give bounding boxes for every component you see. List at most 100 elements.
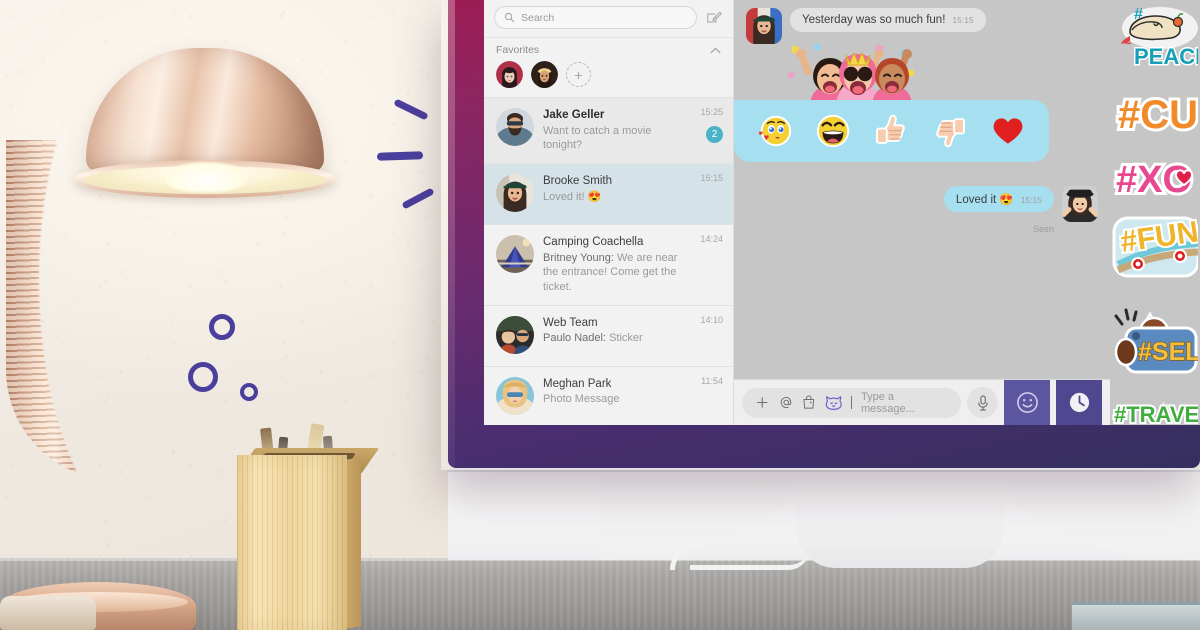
chat-preview: Loved it! 😍 (543, 190, 602, 203)
compose-icon[interactable] (705, 9, 723, 27)
message-avatar (1062, 186, 1098, 222)
search-input[interactable]: Search (494, 6, 697, 29)
avatar (496, 173, 534, 212)
chat-preview: Paulo Nadel: Sticker (543, 331, 689, 346)
message-row-outgoing: Loved it 😍 15:15 (943, 186, 1098, 222)
hashtag-selfie-sticker[interactable]: #SEL (1112, 298, 1200, 394)
search-row: Search (484, 0, 733, 37)
laughing-face-reaction[interactable] (812, 110, 854, 152)
message-input-placeholder: Type a message... (860, 390, 915, 415)
chat-list-item-brooke-smith[interactable]: Brooke Smith Loved it! 😍 15:15 (484, 163, 733, 225)
chat-name: Jake Geller (543, 109, 605, 121)
message-area: Yesterday was so much fun! 15:15 Loved i… (734, 0, 1110, 379)
circle-outline-icon (188, 362, 218, 392)
desk-cup (0, 596, 96, 630)
message-time: 15:15 (952, 15, 974, 25)
message-bubble-incoming[interactable]: Yesterday was so much fun! 15:15 (790, 8, 986, 32)
message-row-incoming: Yesterday was so much fun! 15:15 (746, 8, 1098, 44)
monitor-stand-right (1000, 468, 1200, 560)
chat-name: Brooke Smith (543, 174, 613, 187)
emoji-panel-button[interactable] (1004, 379, 1050, 425)
chat-name: Meghan Park (543, 377, 612, 390)
circle-outline-icon (240, 383, 258, 401)
chat-time: 15:15 (700, 172, 723, 183)
at-icon[interactable] (779, 395, 794, 410)
chat-preview-text: Sticker (609, 332, 643, 345)
microphone-icon (977, 394, 988, 411)
lamp-bulb (165, 162, 247, 192)
chevron-up-icon[interactable] (710, 47, 721, 54)
chat-time: 15:25 (700, 107, 723, 117)
microphone-button[interactable] (967, 387, 998, 418)
kissing-face-reaction[interactable] (754, 110, 796, 152)
peace-dove-sticker[interactable]: # PEACE (1112, 2, 1200, 78)
peace-hash-label: # (1134, 6, 1143, 23)
search-icon (504, 12, 515, 23)
thumbs-down-reaction[interactable] (929, 110, 971, 152)
circle-outline-icon (209, 314, 235, 340)
plus-icon[interactable] (755, 395, 770, 410)
chat-preview: Want to catch a movie tonight? (543, 124, 652, 152)
avatar (496, 315, 534, 354)
favorite-avatar-1[interactable] (496, 61, 523, 88)
chat-list-item-meghan-park[interactable]: Meghan Park Photo Message 11:54 (484, 367, 733, 425)
chat-list-item-web-team[interactable]: Web Team Paulo Nadel: Sticker 14:10 (484, 306, 733, 367)
message-text: Yesterday was so much fun! (802, 14, 946, 26)
desk-glass-object (1072, 602, 1200, 630)
emoji-smiley-icon (1016, 392, 1038, 413)
selfie-label: #SEL (1138, 338, 1198, 366)
cu-label: #CU (1118, 93, 1198, 137)
chat-list[interactable]: Jake Geller Want to catch a movie tonigh… (484, 98, 733, 425)
favorites-header[interactable]: Favorites (484, 37, 733, 58)
add-favorite-label: + (574, 66, 583, 83)
search-placeholder: Search (521, 11, 555, 24)
messaging-app: Search Favorites + Jake Geller Want to c… (484, 0, 1200, 425)
message-composer: Type a message... (734, 379, 1110, 425)
add-favorite-button[interactable]: + (566, 62, 591, 87)
recent-stickers-button[interactable] (1056, 379, 1102, 425)
hashtag-travel-sticker[interactable]: #TRAVEL (1112, 400, 1200, 425)
chat-list-item-camping-coachella[interactable]: Camping Coachella Britney Young: We are … (484, 225, 733, 306)
monitor-stand-neck (796, 468, 1004, 568)
message-time: 15:15 (1020, 195, 1042, 205)
chat-name: Camping Coachella (543, 235, 644, 248)
favorites-row: + (484, 58, 733, 98)
chat-name: Web Team (543, 316, 598, 329)
outgoing-message-wrap: Loved it 😍 15:15 Seen (943, 186, 1098, 234)
lamp-gooseneck (6, 140, 116, 480)
sticker-panel[interactable]: # PEACE #CU #XO (1110, 0, 1200, 425)
unread-badge: 2 (706, 126, 723, 143)
favorite-avatar-2[interactable] (531, 61, 558, 88)
monitor-stand-left (600, 468, 800, 560)
sticker-cat-icon[interactable] (825, 395, 842, 410)
chat-preview-sender: Paulo Nadel: (543, 332, 606, 345)
chat-preview: Britney Young: We are near the entrance!… (543, 251, 689, 295)
chat-preview-sender: Britney Young: (543, 251, 614, 264)
reaction-bar[interactable] (734, 100, 1049, 162)
chat-time: 14:24 (700, 233, 723, 244)
avatar (496, 376, 534, 415)
peace-label: PEACE (1134, 44, 1198, 69)
conversation-panel: Yesterday was so much fun! 15:15 Loved i… (734, 0, 1110, 425)
message-bubble-outgoing[interactable]: Loved it 😍 15:15 (943, 186, 1054, 212)
recent-clock-icon (1069, 392, 1089, 413)
sidebar: Search Favorites + Jake Geller Want to c… (484, 0, 734, 425)
hashtag-cu-sticker[interactable]: #CU (1112, 84, 1200, 142)
hashtag-xo-sticker[interactable]: #XO (1112, 148, 1198, 206)
travel-label: #TRAVEL (1114, 402, 1198, 425)
chat-list-item-jake-geller[interactable]: Jake Geller Want to catch a movie tonigh… (484, 98, 733, 164)
message-input[interactable]: Type a message... (742, 387, 961, 418)
monitor-cable (690, 548, 810, 570)
chat-time: 14:10 (700, 314, 723, 325)
message-avatar (746, 8, 782, 44)
cheering-girls-sticker (780, 42, 930, 108)
avatar (496, 234, 534, 273)
message-text: Loved it 😍 (955, 194, 1014, 206)
heart-reaction[interactable] (987, 110, 1029, 152)
hashtag-fun-sticker[interactable]: #FUN (1112, 212, 1200, 292)
chat-time: 11:54 (701, 375, 723, 386)
monitor-screen: Search Favorites + Jake Geller Want to c… (484, 0, 1200, 425)
thumbs-up-reaction[interactable] (870, 110, 912, 152)
shopping-bag-icon[interactable] (802, 395, 816, 410)
avatar (496, 108, 534, 146)
